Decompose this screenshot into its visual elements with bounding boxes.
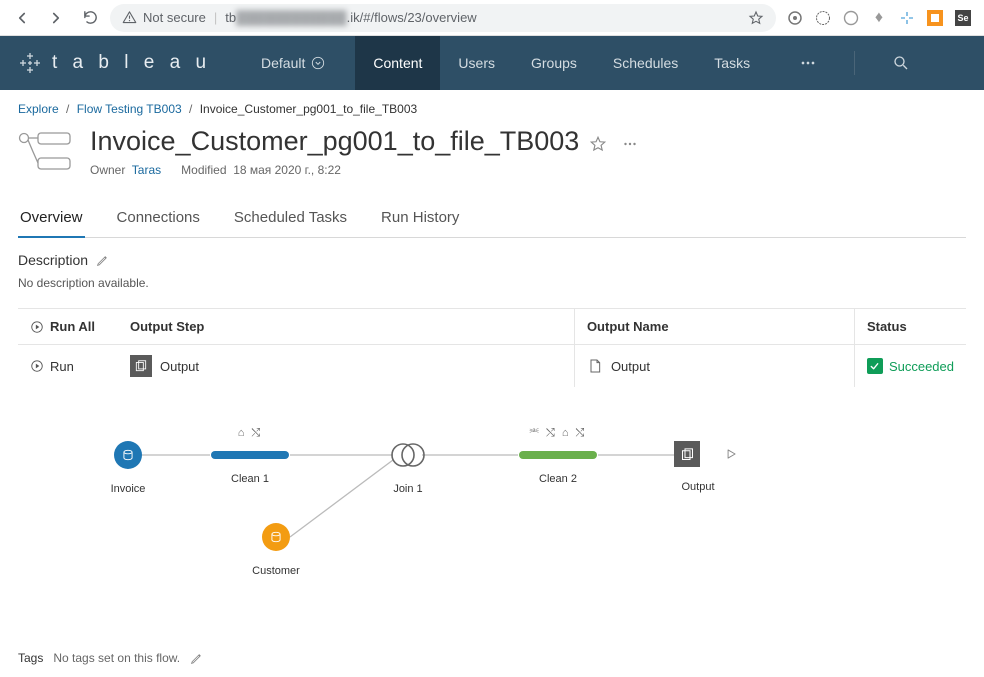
main-nav: Content Users Groups Schedules Tasks [355,36,768,90]
description-text: No description available. [18,276,966,290]
site-picker[interactable]: Default [261,55,325,71]
col-output-name: Output Name [574,309,854,345]
play-icon [30,359,44,373]
chevron-down-icon [311,56,325,70]
ext-icon-7[interactable]: Se [954,9,972,27]
description-label: Description [18,252,88,268]
node-invoice[interactable]: Invoice [88,441,168,495]
node-output[interactable]: Output [658,441,738,493]
table-row: Run Output Output [18,345,966,388]
output-step-cell[interactable]: Output [130,355,562,377]
address-bar[interactable]: Not secure | tb████████████.ik/#/flows/2… [110,4,776,32]
logo-text: t a b l e a u [52,52,211,74]
output-name-cell[interactable]: Output [587,357,842,375]
favorite-star-icon[interactable] [589,135,607,153]
tab-scheduled-tasks[interactable]: Scheduled Tasks [232,209,349,238]
play-icon [30,320,44,334]
owner-label: Owner [90,163,125,177]
flow-diagram: Invoice ⌂ ⤭ Clean 1 Join 1 ⎃ ⤭ ⌂ ⤭ Clean… [18,417,966,617]
play-outline-icon[interactable] [724,447,738,461]
warning-icon [122,10,137,25]
output-table: Run All Output Step Output Name Status R… [18,308,966,387]
nav-more[interactable] [788,53,828,73]
nav-content[interactable]: Content [355,36,440,90]
tab-run-history[interactable]: Run History [379,209,461,238]
ext-icon-5[interactable] [898,9,916,27]
breadcrumb-project[interactable]: Flow Testing TB003 [77,102,182,116]
url-text: tb████████████.ik/#/flows/23/overview [225,10,740,25]
ext-icon-2[interactable] [814,9,832,27]
tags-label: Tags [18,651,43,665]
bookmark-star-icon[interactable] [748,10,764,26]
join-icon [388,441,428,469]
not-secure-label: Not secure [143,10,206,25]
reload-button[interactable] [76,4,104,32]
forward-button[interactable] [42,4,70,32]
modified-label: Modified [181,163,226,177]
site-name: Default [261,55,305,71]
col-status: Status [854,309,966,345]
edit-description-icon[interactable] [96,254,109,267]
extension-icons: ♦ Se [782,9,976,27]
check-icon [867,358,883,374]
node-clean1[interactable]: ⌂ ⤭ Clean 1 [210,427,290,485]
tags-text: No tags set on this flow. [53,651,180,665]
flow-thumbnail-icon [18,128,76,172]
ext-icon-3[interactable] [842,9,860,27]
search-button[interactable] [881,54,921,72]
tableau-logo-icon [18,51,42,75]
nav-schedules[interactable]: Schedules [595,36,696,90]
content-area: Explore / Flow Testing TB003 / Invoice_C… [0,90,984,677]
node-clean2[interactable]: ⎃ ⤭ ⌂ ⤭ Clean 2 [518,427,598,485]
page-title: Invoice_Customer_pg001_to_file_TB003 [90,126,579,157]
tabs: Overview Connections Scheduled Tasks Run… [18,209,966,238]
breadcrumb-current: Invoice_Customer_pg001_to_file_TB003 [200,102,417,116]
breadcrumb-explore[interactable]: Explore [18,102,59,116]
file-icon [587,357,603,375]
tab-overview[interactable]: Overview [18,209,85,238]
nav-groups[interactable]: Groups [513,36,595,90]
col-output-step: Output Step [118,309,574,345]
back-button[interactable] [8,4,36,32]
output-step-icon [130,355,152,377]
nav-tasks[interactable]: Tasks [696,36,768,90]
tableau-logo[interactable]: t a b l e a u [18,51,211,75]
owner-link[interactable]: Taras [132,163,161,177]
search-icon [892,54,910,72]
status-badge: Succeeded [867,358,954,374]
security-indicator[interactable]: Not secure [122,10,206,25]
modified-value: 18 мая 2020 г., 8:22 [233,163,341,177]
datasource-icon [121,448,135,462]
edit-tags-icon[interactable] [190,652,203,665]
breadcrumb: Explore / Flow Testing TB003 / Invoice_C… [18,102,966,116]
nav-users[interactable]: Users [440,36,513,90]
more-actions-icon[interactable] [621,135,639,153]
browser-toolbar: Not secure | tb████████████.ik/#/flows/2… [0,0,984,36]
run-all-button[interactable]: Run All [30,319,106,334]
ext-icon-6[interactable] [926,9,944,27]
output-node-icon [674,441,700,467]
node-customer[interactable]: Customer [236,523,316,577]
ext-icon-1[interactable] [786,9,804,27]
run-button[interactable]: Run [30,359,106,374]
tab-connections[interactable]: Connections [115,209,202,238]
datasource-icon [269,530,283,544]
ext-icon-4[interactable]: ♦ [870,9,888,27]
app-header: t a b l e a u Default Content Users Grou… [0,36,984,90]
node-join1[interactable]: Join 1 [368,441,448,495]
